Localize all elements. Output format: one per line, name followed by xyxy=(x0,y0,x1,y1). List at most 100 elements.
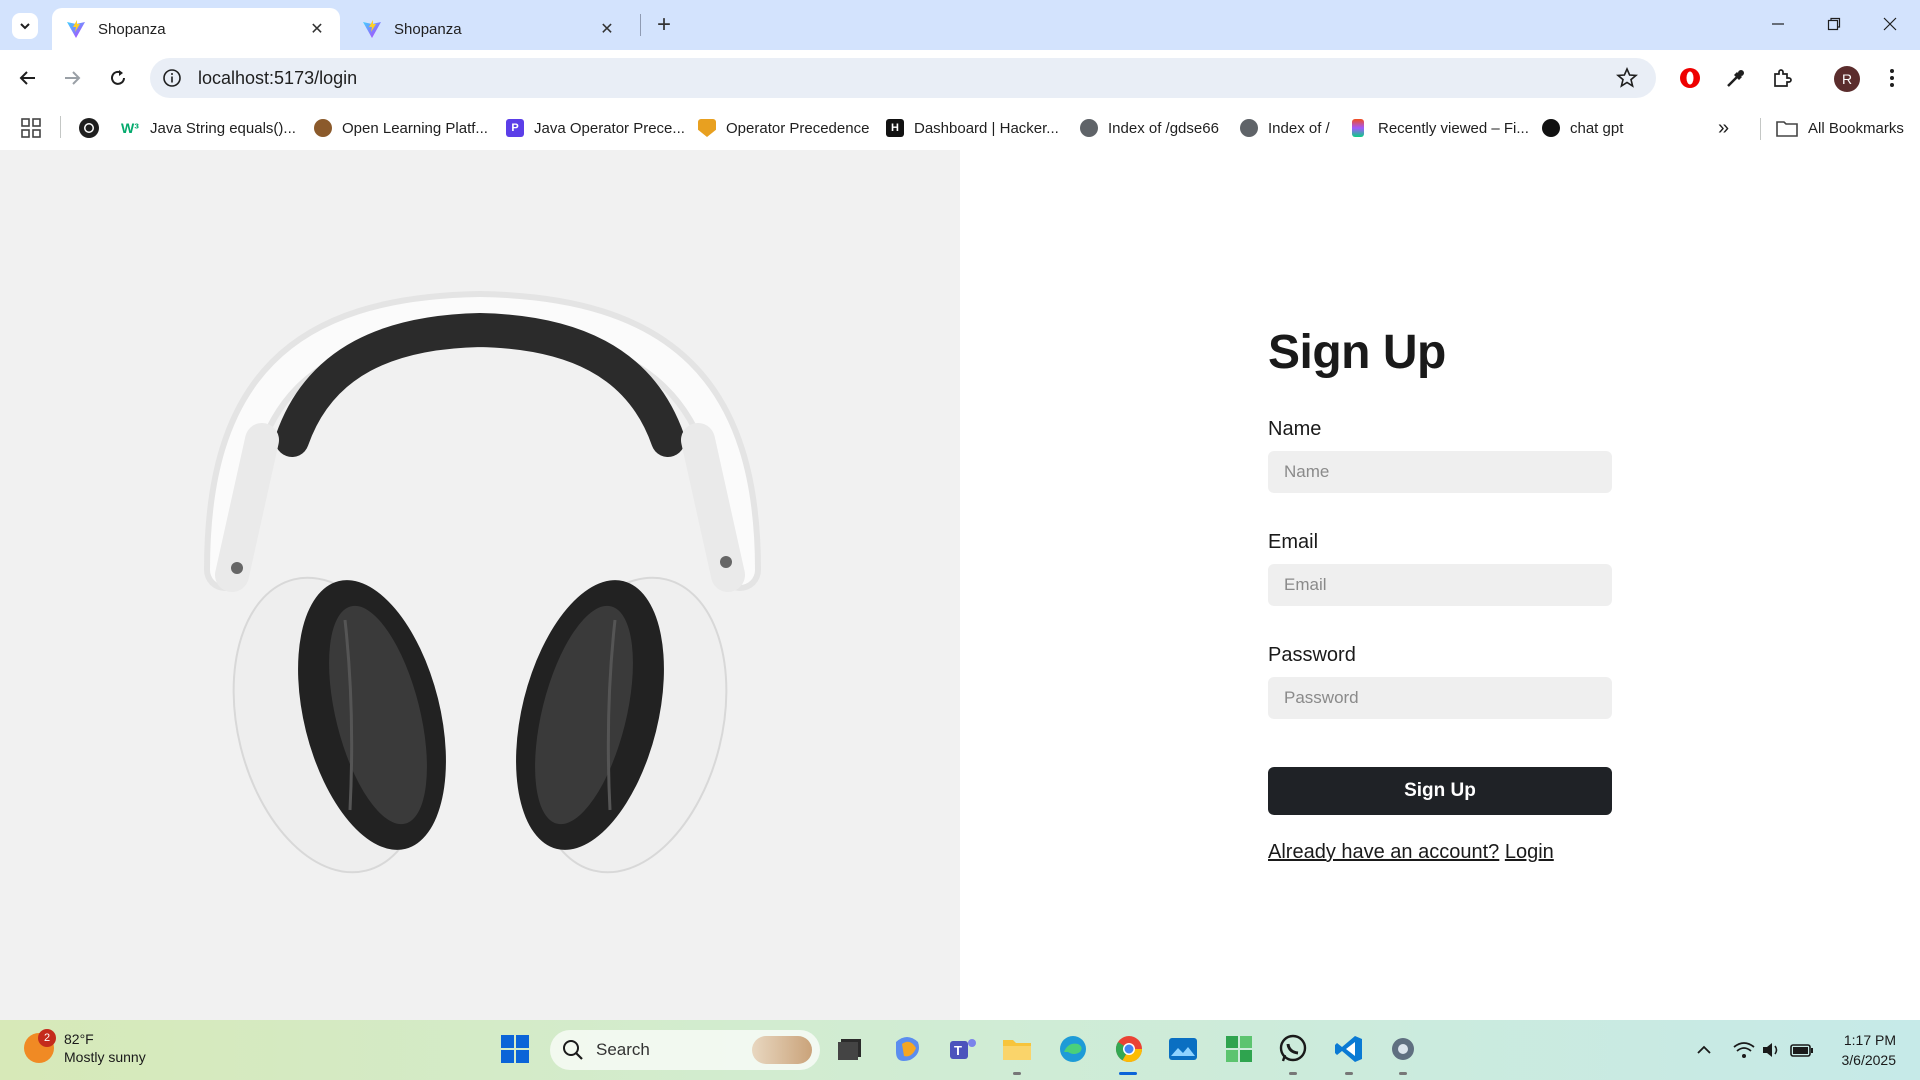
edge-button[interactable] xyxy=(1056,1032,1090,1066)
bookmark-item[interactable]: Index of /gdse66 xyxy=(1080,116,1219,140)
learning-icon xyxy=(314,119,332,137)
restore-button[interactable] xyxy=(1814,10,1854,38)
bookmark-github[interactable] xyxy=(78,116,100,140)
battery-icon xyxy=(1790,1044,1813,1057)
site-info-icon[interactable] xyxy=(162,68,182,88)
chrome-button[interactable] xyxy=(1112,1032,1146,1066)
bookmark-label: Open Learning Platf... xyxy=(342,119,488,137)
opera-icon xyxy=(1680,68,1700,88)
bookmark-label: chat gpt xyxy=(1570,119,1624,137)
extensions-button[interactable] xyxy=(1768,64,1796,92)
menu-button[interactable] xyxy=(1878,64,1906,92)
edge-icon xyxy=(1060,1036,1086,1062)
teams-button[interactable]: T xyxy=(946,1032,980,1066)
eyedropper-icon xyxy=(1727,70,1744,87)
bookmark-item[interactable]: Index of / xyxy=(1240,116,1330,140)
whatsapp-icon xyxy=(1279,1034,1307,1062)
settings-button[interactable] xyxy=(1386,1032,1420,1066)
wifi-icon xyxy=(1733,1042,1755,1058)
windows-icon xyxy=(501,1035,529,1063)
browser-toolbar: localhost:5173/login R xyxy=(0,50,1920,106)
login-link[interactable]: Login xyxy=(1505,841,1554,863)
headphones-image xyxy=(204,290,761,874)
tab-title: Shopanza xyxy=(394,20,462,38)
tab-separator xyxy=(640,14,641,36)
vscode-button[interactable] xyxy=(1332,1032,1366,1066)
bookmark-item[interactable]: H Dashboard | Hacker... xyxy=(886,116,1059,140)
taskbar: 2 82°F Mostly sunny Search T 1:17 PM 3/6… xyxy=(0,1020,1920,1080)
photos-icon xyxy=(1169,1038,1197,1060)
name-input[interactable] xyxy=(1268,451,1612,493)
figma-icon xyxy=(1352,119,1364,137)
profile-avatar[interactable]: R xyxy=(1834,66,1860,92)
weather-widget[interactable]: 2 82°F Mostly sunny xyxy=(24,1029,146,1066)
close-window-button[interactable] xyxy=(1870,10,1910,38)
clock[interactable]: 1:17 PM 3/6/2025 xyxy=(1830,1030,1897,1070)
show-hidden-icons-button[interactable] xyxy=(1692,1038,1716,1062)
puzzle-icon xyxy=(1774,69,1792,87)
green-app-icon xyxy=(1226,1036,1252,1062)
chrome-icon xyxy=(1115,1036,1143,1063)
shield-icon xyxy=(698,119,716,137)
bookmark-item[interactable]: P Java Operator Prece... xyxy=(506,116,685,140)
tab-search-button[interactable] xyxy=(12,13,38,39)
bookmark-item[interactable]: W³ Java String equals()... xyxy=(120,116,296,140)
bookmark-item[interactable]: Operator Precedence xyxy=(698,116,869,140)
file-explorer-button[interactable] xyxy=(1000,1032,1034,1066)
bookmark-label: Operator Precedence xyxy=(726,119,870,137)
gear-icon xyxy=(1392,1038,1414,1060)
search-placeholder: Search xyxy=(596,1040,650,1059)
signup-form: Sign Up Name Email Password Sign Up Alre… xyxy=(1268,325,1612,864)
copilot-button[interactable] xyxy=(890,1032,924,1066)
name-label: Name xyxy=(1268,418,1322,440)
battery-button[interactable] xyxy=(1790,1038,1814,1062)
address-bar[interactable]: localhost:5173/login xyxy=(150,58,1656,98)
copilot-icon xyxy=(896,1037,919,1061)
date: 3/6/2025 xyxy=(1841,1052,1897,1068)
taskbar-search[interactable]: Search xyxy=(550,1030,820,1070)
app-button[interactable] xyxy=(1222,1032,1256,1066)
whatsapp-button[interactable] xyxy=(1276,1032,1310,1066)
minimize-button[interactable] xyxy=(1758,10,1798,38)
time: 1:17 PM xyxy=(1843,1032,1896,1048)
running-indicator xyxy=(1399,1072,1407,1075)
already-have-account-link[interactable]: Already have an account? xyxy=(1268,841,1499,863)
folder-icon xyxy=(1776,121,1798,137)
bookmark-item[interactable]: chat gpt xyxy=(1542,116,1623,140)
bookmark-label: Index of / xyxy=(1268,119,1330,137)
tab-shopanza[interactable]: Shopanza ✕ xyxy=(348,8,630,50)
wifi-button[interactable] xyxy=(1732,1038,1756,1062)
opera-extension-button[interactable] xyxy=(1676,64,1704,92)
tab-shopanza-active[interactable]: Shopanza ✕ xyxy=(52,8,340,50)
email-label: Email xyxy=(1268,531,1319,553)
globe-icon xyxy=(1080,119,1098,137)
back-button[interactable] xyxy=(14,64,42,92)
start-button[interactable] xyxy=(498,1032,532,1066)
password-input[interactable] xyxy=(1268,677,1612,719)
task-view-icon xyxy=(838,1039,861,1060)
more-bookmarks-button[interactable]: » xyxy=(1718,116,1729,140)
email-input[interactable] xyxy=(1268,564,1612,606)
bookmark-item[interactable]: Open Learning Platf... xyxy=(314,116,488,140)
running-indicator xyxy=(1013,1072,1021,1075)
bookmark-star-icon[interactable] xyxy=(1616,67,1638,89)
close-tab-icon[interactable]: ✕ xyxy=(598,20,616,38)
page-content: Sign Up Name Email Password Sign Up Alre… xyxy=(0,150,1920,1020)
close-icon xyxy=(1883,17,1897,31)
signup-button[interactable]: Sign Up xyxy=(1268,767,1612,815)
close-tab-icon[interactable]: ✕ xyxy=(308,20,326,38)
all-bookmarks-button[interactable]: All Bookmarks xyxy=(1776,116,1904,140)
new-tab-button[interactable]: + xyxy=(652,11,676,38)
volume-button[interactable] xyxy=(1760,1038,1784,1062)
eyedropper-extension-button[interactable] xyxy=(1722,64,1750,92)
apps-button[interactable] xyxy=(20,116,42,140)
photos-button[interactable] xyxy=(1166,1032,1200,1066)
more-vertical-icon xyxy=(1890,69,1894,87)
bookmark-item[interactable]: Recently viewed – Fi... xyxy=(1352,116,1529,140)
url-text[interactable]: localhost:5173/login xyxy=(198,68,357,89)
task-view-button[interactable] xyxy=(834,1032,868,1066)
reload-button[interactable] xyxy=(104,64,132,92)
page-title: Sign Up xyxy=(1268,326,1446,379)
forward-button[interactable] xyxy=(58,64,86,92)
vscode-icon xyxy=(1335,1036,1362,1062)
